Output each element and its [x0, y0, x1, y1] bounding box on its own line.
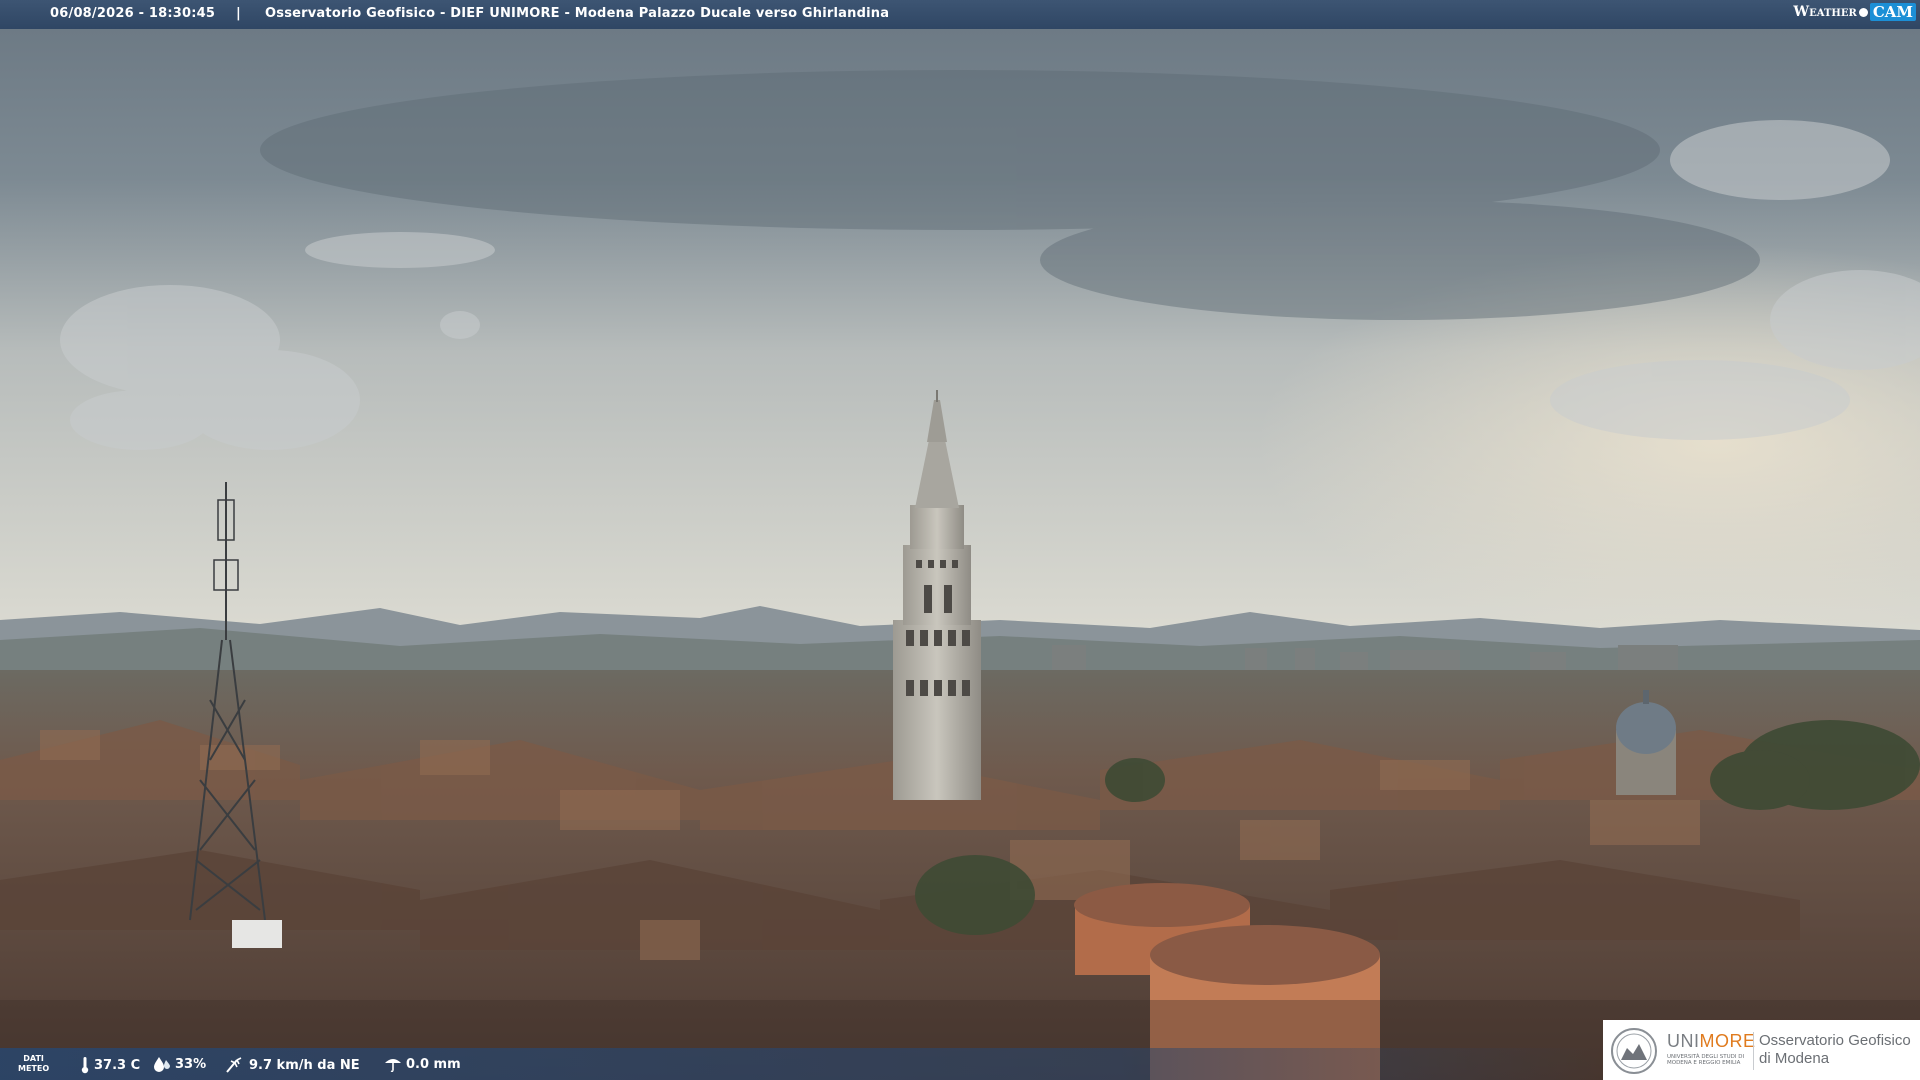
brand-weather: Weather	[1793, 4, 1857, 20]
thermometer-icon	[81, 1057, 89, 1074]
timestamp: 06/08/2026 - 18:30:45	[50, 6, 216, 21]
rain-gauge-icon	[385, 1059, 401, 1072]
unimore-subtitle: UNIVERSITÀ DEGLI STUDI DI MODENA E REGGI…	[1667, 1054, 1745, 1066]
weather-data-label: DATI METEO	[18, 1054, 50, 1073]
webcam-image	[0, 0, 1920, 1080]
unimore-wordmark: UNIMORE	[1667, 1031, 1756, 1051]
rain-reading: 0.0 mm	[384, 1056, 461, 1072]
brand-cam: CAM	[1869, 3, 1916, 21]
unimore-logo-panel: UNIMORE UNIVERSITÀ DEGLI STUDI DI MODENA…	[1603, 1020, 1920, 1080]
temperature-value: 37.3 C	[94, 1057, 141, 1073]
camera-title: Osservatorio Geofisico - DIEF UNIMORE - …	[265, 6, 890, 21]
webcam-frame: 06/08/2026 - 18:30:45 | Osservatorio Geo…	[0, 0, 1920, 1080]
rain-value: 0.0 mm	[406, 1056, 461, 1072]
observatory-name: Osservatorio Geofisico di Modena	[1759, 1032, 1911, 1067]
humidity-value: 33%	[175, 1056, 207, 1072]
temperature-reading: 37.3 C	[80, 1056, 140, 1074]
humidity-reading: 33%	[153, 1056, 206, 1072]
separator: |	[236, 6, 241, 21]
humidity-drop-icon	[154, 1057, 170, 1072]
wind-icon	[226, 1057, 242, 1073]
camera-lens-icon	[1858, 7, 1868, 17]
caption-bar: 06/08/2026 - 18:30:45 | Osservatorio Geo…	[0, 0, 1920, 29]
logo-divider	[1753, 1032, 1754, 1070]
wind-value: 9.7 km/h da NE	[249, 1057, 360, 1073]
weather-data-bar: DATI METEO 37.3 C 33% 9.7 km/h da NE 0.0…	[0, 1048, 1600, 1080]
university-seal-icon	[1611, 1028, 1657, 1074]
weathercam-logo: Weather CAM	[1793, 3, 1916, 21]
wind-reading: 9.7 km/h da NE	[225, 1056, 360, 1074]
